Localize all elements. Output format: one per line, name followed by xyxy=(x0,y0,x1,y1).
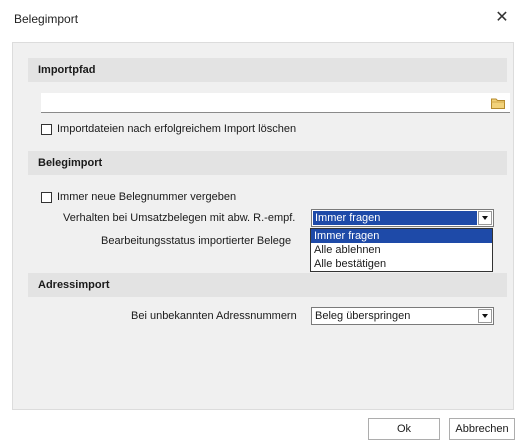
ok-button[interactable]: Ok xyxy=(368,418,440,440)
content-panel: Importpfad Importdateien nach erfolgreic… xyxy=(12,42,514,410)
verhalten-value: Immer fragen xyxy=(315,212,381,224)
unknown-address-label: Bei unbekannten Adressnummern xyxy=(131,310,297,322)
import-path-input[interactable] xyxy=(41,93,510,113)
new-number-checkbox[interactable] xyxy=(41,191,52,203)
section-header-importpfad: Importpfad xyxy=(28,58,507,82)
new-number-label: Immer neue Belegnummer vergeben xyxy=(57,191,237,203)
delete-after-import-row[interactable]: Importdateien nach erfolgreichem Import … xyxy=(41,121,296,137)
dropdown-option-alle-ablehnen[interactable]: Alle ablehnen xyxy=(311,243,492,257)
delete-after-import-checkbox[interactable] xyxy=(41,123,52,135)
unknown-address-select[interactable]: Beleg überspringen xyxy=(311,307,494,325)
dropdown-option-immer-fragen[interactable]: Immer fragen xyxy=(311,229,492,243)
folder-icon[interactable] xyxy=(491,97,505,109)
chevron-down-icon[interactable] xyxy=(478,211,492,225)
unknown-address-value: Beleg überspringen xyxy=(315,310,411,322)
cancel-button[interactable]: Abbrechen xyxy=(449,418,515,440)
chevron-down-icon[interactable] xyxy=(478,309,492,323)
title-bar: Belegimport ✕ xyxy=(0,0,526,36)
dropdown-option-alle-bestaetigen[interactable]: Alle bestätigen xyxy=(311,257,492,271)
verhalten-label: Verhalten bei Umsatzbelegen mit abw. R.-… xyxy=(63,212,296,224)
verhalten-dropdown-list: Immer fragen Alle ablehnen Alle bestätig… xyxy=(310,228,493,272)
dialog-title: Belegimport xyxy=(14,12,79,26)
section-header-belegimport: Belegimport xyxy=(28,151,507,175)
belegimport-dialog: Belegimport ✕ Importpfad Importdateien n… xyxy=(0,0,526,446)
new-number-row[interactable]: Immer neue Belegnummer vergeben xyxy=(41,189,236,205)
status-label: Bearbeitungsstatus importierter Belege xyxy=(101,235,292,247)
delete-after-import-label: Importdateien nach erfolgreichem Import … xyxy=(57,123,297,135)
verhalten-select[interactable]: Immer fragen xyxy=(311,209,494,227)
close-icon[interactable]: ✕ xyxy=(492,8,512,28)
section-header-adressimport: Adressimport xyxy=(28,273,507,297)
